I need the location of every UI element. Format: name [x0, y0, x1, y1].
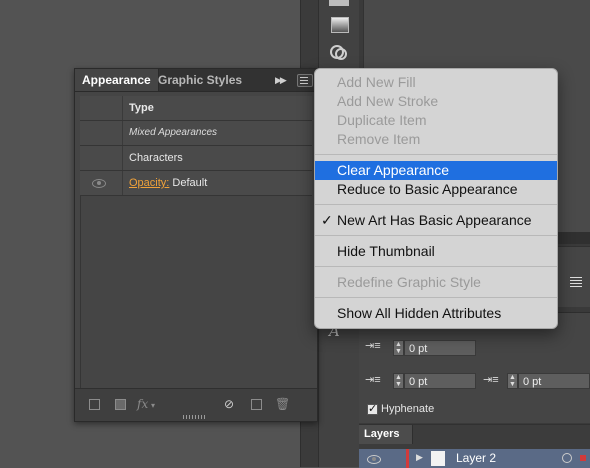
space-after-stepper[interactable]: ▲ ▼ [507, 373, 518, 389]
layers-panel: Layers ▶ Layer 2 [359, 424, 590, 468]
opacity-link[interactable]: Opacity: [129, 177, 169, 189]
shape-builder-icon[interactable] [329, 44, 349, 62]
menu-separator [315, 154, 557, 155]
menu-item-show-hidden-attrs[interactable]: Show All Hidden Attributes [315, 304, 557, 323]
indent-stepper[interactable]: ▲ ▼ [393, 340, 404, 356]
align-icon[interactable] [570, 277, 582, 287]
indent-field-2[interactable]: 0 pt [404, 373, 476, 389]
layer-visibility-eye-icon[interactable] [367, 455, 381, 464]
menu-item-add-new-fill: Add New Fill [337, 74, 416, 90]
menu-item-hide-thumbnail[interactable]: Hide Thumbnail [315, 242, 557, 261]
fx-dropdown-icon[interactable]: ▾ [151, 401, 155, 410]
resize-grip[interactable] [183, 415, 207, 419]
appearance-empty-area [80, 196, 312, 389]
menu-item-reduce-basic[interactable]: Reduce to Basic Appearance [315, 180, 557, 199]
layer-name[interactable]: Layer 2 [456, 451, 496, 465]
tool-icon-top[interactable] [329, 0, 349, 6]
space-before-icon: ⇥≡ [365, 374, 381, 386]
clear-appearance-icon[interactable]: ⊘ [224, 397, 234, 411]
hyphenate-checkbox[interactable] [367, 402, 378, 415]
list-item-opacity[interactable]: Opacity: Default [80, 171, 312, 196]
opacity-value: Default [172, 177, 208, 189]
tab-appearance[interactable]: Appearance [75, 69, 159, 91]
visibility-column [80, 171, 123, 195]
row-label: Type [129, 102, 154, 114]
menu-item-redefine-style: Redefine Graphic Style [337, 274, 481, 290]
menu-item-new-art-basic[interactable]: ✓ New Art Has Basic Appearance [315, 211, 557, 230]
visibility-column [80, 121, 123, 145]
menu-item-remove-item: Remove Item [337, 131, 421, 147]
row-label: Characters [129, 152, 183, 164]
panel-tab-bar: Appearance Graphic Styles ▶▶ [75, 69, 317, 92]
trash-icon[interactable]: 🗑 [275, 397, 290, 411]
gradient-tool-icon[interactable] [331, 17, 349, 33]
indent-field-1[interactable]: 0 pt [404, 340, 476, 356]
menu-separator [315, 266, 557, 267]
visibility-eye-icon[interactable] [92, 179, 106, 188]
add-stroke-icon[interactable] [89, 399, 100, 410]
space-before-stepper[interactable]: ▲ ▼ [393, 373, 404, 389]
menu-item-label: New Art Has Basic Appearance [337, 212, 532, 228]
menu-separator [315, 297, 557, 298]
panel-footer: fx ▾ ⊘ 🗑 [75, 388, 317, 421]
duplicate-item-icon[interactable] [251, 399, 262, 410]
panel-menu-button[interactable] [297, 74, 313, 87]
layers-tab[interactable]: Layers [359, 425, 413, 444]
menu-separator [315, 235, 557, 236]
list-item-characters[interactable]: Characters [80, 146, 312, 171]
indent-field-3[interactable]: 0 pt [518, 373, 590, 389]
hyphenate-label: Hyphenate [381, 403, 435, 415]
indent-icon: ⇥≡ [365, 340, 381, 352]
appearance-flyout-menu: Add New Fill Add New Stroke Duplicate It… [314, 68, 558, 329]
appearance-panel: Appearance Graphic Styles ▶▶ Type Mixed … [74, 68, 318, 422]
menu-item-add-new-stroke: Add New Stroke [337, 93, 439, 109]
tab-graphic-styles[interactable]: Graphic Styles [151, 69, 249, 91]
checkmark-icon: ✓ [321, 212, 333, 228]
add-fill-icon[interactable] [115, 399, 126, 410]
row-label: Opacity: Default [129, 171, 207, 195]
layer-target-icon[interactable] [562, 453, 572, 463]
visibility-column [80, 146, 123, 170]
expand-arrow-icon[interactable]: ▶ [416, 452, 423, 463]
layer-color-swatch [406, 449, 409, 468]
list-item-mixed[interactable]: Mixed Appearances [80, 121, 312, 146]
collapse-arrows-icon[interactable]: ▶▶ [275, 75, 287, 86]
visibility-column [80, 96, 123, 120]
menu-item-duplicate-item: Duplicate Item [337, 112, 427, 128]
space-after-icon: ⇥≡ [483, 374, 499, 386]
list-item-type[interactable]: Type [80, 96, 312, 121]
add-effect-icon[interactable]: fx [137, 397, 148, 411]
row-label: Mixed Appearances [129, 127, 218, 138]
menu-separator [315, 204, 557, 205]
appearance-list: Type Mixed Appearances Characters Opacit… [80, 96, 312, 196]
layer-thumbnail [431, 451, 445, 466]
layer-selection-indicator[interactable] [580, 455, 586, 461]
menu-item-clear-appearance[interactable]: Clear Appearance [315, 161, 557, 180]
layer-row[interactable]: ▶ Layer 2 [359, 449, 590, 468]
